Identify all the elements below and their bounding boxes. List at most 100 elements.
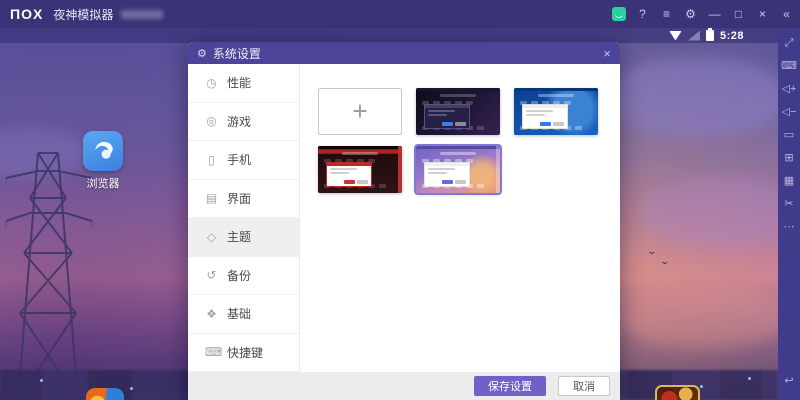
titlebar-extra-text <box>121 10 163 19</box>
city-light <box>40 379 43 382</box>
shared-folder-button[interactable]: ▦ <box>779 170 799 192</box>
collapse-toolbar-button[interactable]: « <box>779 6 794 22</box>
mini-dialog <box>424 104 471 128</box>
add-theme-button[interactable]: + <box>318 88 402 135</box>
mini-text-line <box>526 114 546 116</box>
back-button[interactable]: ↩ <box>779 370 799 392</box>
mini-text-line <box>428 172 448 174</box>
window-controls: ? ≡ ⚙ — □ × « <box>612 0 794 28</box>
screen-capture-button[interactable]: ▭ <box>779 124 799 146</box>
settings-dialog: ⚙ 系统设置 × ◷ 性能 ◎ 游戏 ▯手机 ▤ 界面 ◇主题 ↺ 备份 ❖ 基础 ⌨ 快捷键 + 保存设… <box>188 42 620 400</box>
basic-icon: ❖ <box>205 307 218 321</box>
mini-searchbar <box>342 152 377 155</box>
sidebar-item-界面[interactable]: ▤ 界面 <box>188 180 299 219</box>
settings-button[interactable]: ⚙ <box>683 6 698 22</box>
theme-grid: + <box>318 88 614 193</box>
theme-panel: + <box>300 64 620 372</box>
mini-icon <box>477 126 484 130</box>
theme-thumbnail-purple[interactable] <box>416 146 500 193</box>
backup-icon: ↺ <box>205 268 218 282</box>
close-button[interactable]: × <box>755 6 770 22</box>
cloud <box>640 178 778 248</box>
dialog-title: 系统设置 <box>213 45 261 62</box>
mini-titlebar <box>416 146 500 149</box>
mini-buttons <box>442 122 466 126</box>
mini-gray-button <box>455 122 466 126</box>
sidebar-item-label: 快捷键 <box>227 344 263 361</box>
settings-sidebar: ◷ 性能 ◎ 游戏 ▯手机 ▤ 界面 ◇主题 ↺ 备份 ❖ 基础 ⌨ 快捷键 <box>188 64 300 372</box>
sidebar-item-游戏[interactable]: ◎ 游戏 <box>188 103 299 142</box>
install-apk-button[interactable]: ⊞ <box>779 147 799 169</box>
shake-button[interactable]: ✂ <box>779 193 799 215</box>
sidebar-item-主题[interactable]: ◇主题 <box>188 218 299 257</box>
sidebar-item-基础[interactable]: ❖ 基础 <box>188 295 299 334</box>
sidebar-item-快捷键[interactable]: ⌨ 快捷键 <box>188 334 299 373</box>
mini-dialog <box>522 104 569 128</box>
maximize-button[interactable]: □ <box>731 6 746 22</box>
virtual-keyboard-button[interactable]: ⌨ <box>779 55 799 77</box>
dialog-close-button[interactable]: × <box>603 46 611 61</box>
sidebar-item-label: 界面 <box>227 190 251 207</box>
volume-up-button[interactable]: ◁+ <box>779 78 799 100</box>
mini-icon <box>379 184 386 188</box>
mini-buttons <box>344 180 368 184</box>
theme-thumbnail-blue[interactable] <box>514 88 598 135</box>
shortcut-icon: ⌨ <box>205 345 218 359</box>
mini-gray-button <box>553 122 564 126</box>
mini-accent-button <box>442 180 453 184</box>
side-toolbar: ⤢⌨◁+◁−▭⊞▦✂⋯ ↩ <box>778 28 800 400</box>
mini-dialog-title <box>523 105 568 108</box>
browser-app[interactable]: 浏览器 <box>80 131 126 191</box>
mini-gray-button <box>357 180 368 184</box>
gear-icon: ⚙ <box>197 47 207 60</box>
theme-thumbnail-red[interactable] <box>318 146 402 193</box>
mini-text-line <box>330 168 358 170</box>
android-status-bar: 5:28 <box>0 28 778 43</box>
sidebar-item-label: 基础 <box>227 305 251 322</box>
browser-app-icon <box>83 131 123 171</box>
battery-icon <box>706 30 714 41</box>
menu-button[interactable]: ≡ <box>659 6 674 22</box>
mini-accent-button <box>442 122 453 126</box>
mini-accent-button <box>540 122 551 126</box>
city-light <box>700 385 703 388</box>
game-icon: ◎ <box>205 114 218 128</box>
bird: ⌄ <box>646 246 657 257</box>
mini-buttons <box>442 180 466 184</box>
mini-buttons <box>540 122 564 126</box>
mini-titlebar <box>416 88 500 91</box>
more-actions-button[interactable]: ⋯ <box>779 216 799 238</box>
sidebar-item-label: 游戏 <box>227 113 251 130</box>
dialog-body: ◷ 性能 ◎ 游戏 ▯手机 ▤ 界面 ◇主题 ↺ 备份 ❖ 基础 ⌨ 快捷键 + <box>188 64 620 372</box>
app-store-button[interactable] <box>612 7 626 21</box>
minimize-button[interactable]: — <box>707 6 722 22</box>
sidebar-item-备份[interactable]: ↺ 备份 <box>188 257 299 296</box>
mini-side-strip <box>496 146 500 193</box>
dialog-footer: 保存设置 取消 <box>188 372 620 400</box>
nox-logo: ΠOX <box>10 6 43 22</box>
mini-titlebar <box>514 88 598 91</box>
help-button[interactable]: ? <box>635 6 650 22</box>
sidebar-item-label: 手机 <box>227 151 251 168</box>
mini-dialog-title <box>327 163 372 166</box>
mini-text-line <box>428 114 448 116</box>
performance-icon: ◷ <box>205 76 218 90</box>
status-clock: 5:28 <box>720 30 744 42</box>
interface-icon: ▤ <box>205 191 218 205</box>
game-app-icon-right[interactable] <box>655 385 700 400</box>
mini-gray-button <box>455 180 466 184</box>
sidebar-item-label: 备份 <box>227 267 251 284</box>
window-title: 夜神模拟器 <box>53 6 113 23</box>
cloud <box>620 288 778 348</box>
sidebar-item-性能[interactable]: ◷ 性能 <box>188 64 299 103</box>
theme-thumbnail-dark[interactable] <box>416 88 500 135</box>
game-app-icon-left[interactable] <box>86 388 124 400</box>
city-light <box>748 377 751 380</box>
fullscreen-button[interactable]: ⤢ <box>779 32 799 54</box>
mini-dialog-title <box>425 163 470 166</box>
cancel-button[interactable]: 取消 <box>558 376 610 396</box>
sidebar-item-label: 性能 <box>227 74 251 91</box>
volume-down-button[interactable]: ◁− <box>779 101 799 123</box>
sidebar-item-手机[interactable]: ▯手机 <box>188 141 299 180</box>
save-settings-button[interactable]: 保存设置 <box>474 376 546 396</box>
